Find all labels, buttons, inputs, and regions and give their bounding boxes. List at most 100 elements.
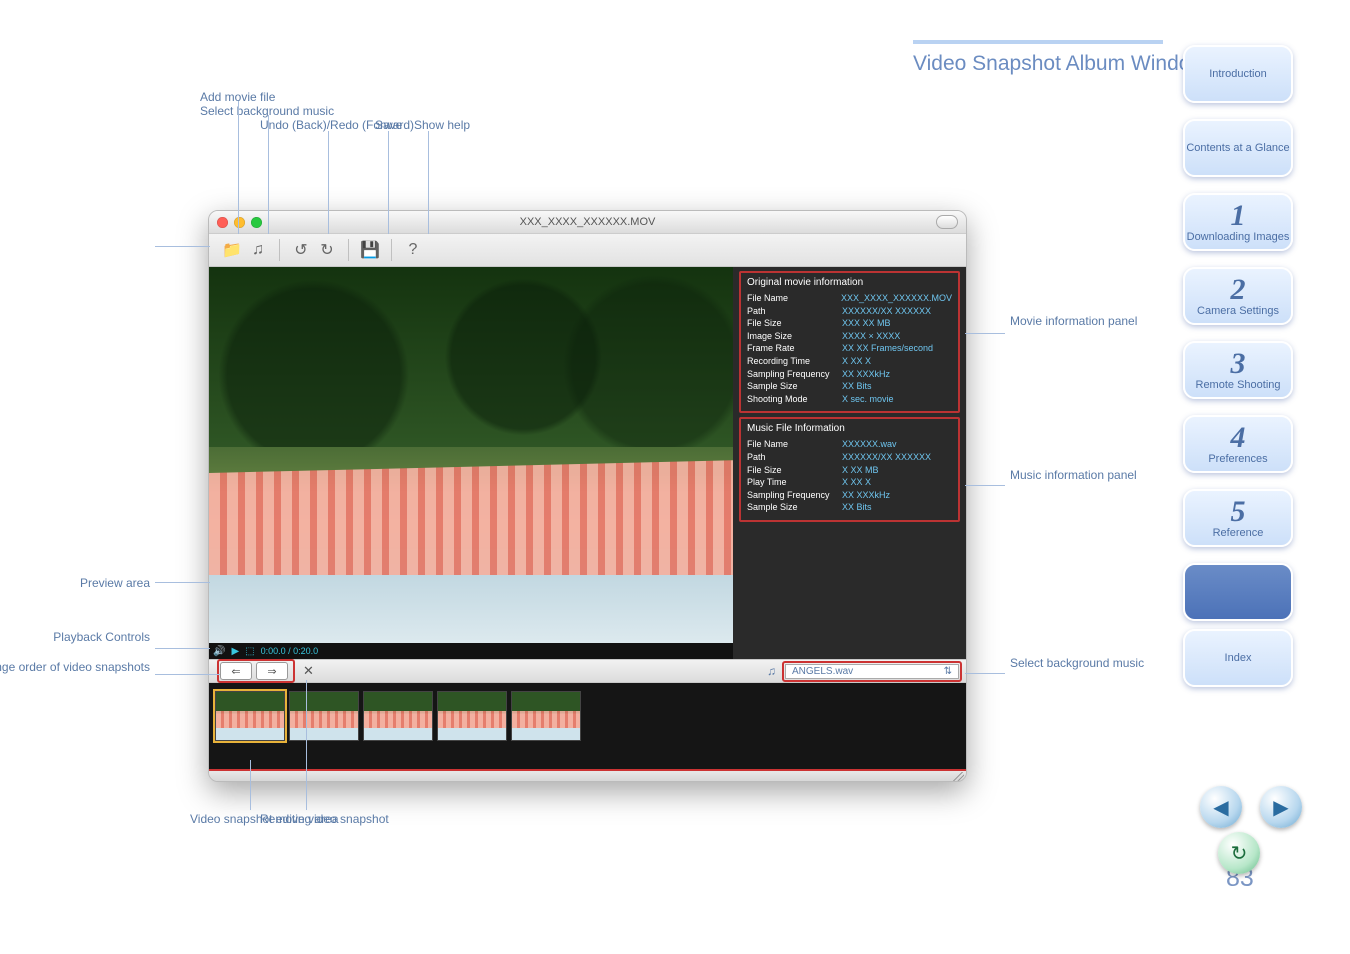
- bgm-selector-outline: ANGELS.wav ⇅: [782, 661, 962, 682]
- leader-movie-panel: [965, 333, 1005, 334]
- clip-2[interactable]: [289, 691, 359, 741]
- nav-2-label: Camera Settings: [1197, 305, 1279, 317]
- callout-preview: Preview area: [0, 576, 150, 590]
- toolbar-sep-2: [348, 239, 349, 261]
- callout-music-panel: Music information panel: [1010, 468, 1160, 482]
- open-movie-button[interactable]: 📁: [219, 237, 245, 263]
- leader-bgm: [965, 673, 1005, 674]
- leader-select-music: [268, 131, 269, 234]
- callout-controls: Playback Controls: [0, 630, 150, 644]
- resize-grip[interactable]: [952, 772, 964, 782]
- leader-help: [428, 131, 429, 234]
- clip-1[interactable]: [215, 691, 285, 741]
- select-music-button[interactable]: ♫: [245, 237, 271, 263]
- nav-3[interactable]: 3Remote Shooting: [1183, 341, 1293, 399]
- leader-music-panel: [965, 485, 1005, 486]
- help-icon: ?: [409, 241, 418, 259]
- bgm-filename: ANGELS.wav: [792, 666, 853, 677]
- fullscreen-button[interactable]: ⬚: [245, 646, 254, 657]
- sequence-bar: ⇐ ⇒ ✕ ♫ ANGELS.wav ⇅: [209, 659, 966, 683]
- redo-button[interactable]: ↻: [314, 237, 340, 263]
- nav-intro-label: Introduction: [1209, 68, 1266, 80]
- bgm-selector[interactable]: ANGELS.wav ⇅: [785, 664, 959, 679]
- leader-undo-redo: [328, 131, 329, 234]
- nav-3-num: 3: [1231, 349, 1246, 379]
- leader-add-movie: [238, 131, 239, 234]
- remove-snapshot-button[interactable]: ✕: [303, 663, 314, 679]
- callout-change-order: Change order of video snapshots: [0, 660, 150, 674]
- movie-info-block: Original movie information File NameXXX_…: [739, 271, 960, 413]
- content-row: 🔊 ▶ ⬚ 0:00.0 / 0:20.0 Original movie inf…: [209, 267, 966, 659]
- toolbar-sep-1: [279, 239, 280, 261]
- callout-editing: Video snapshot editing area: [190, 812, 339, 826]
- callout-movie-panel: Movie information panel: [1010, 314, 1160, 328]
- nav-reference[interactable]: Index: [1183, 563, 1293, 621]
- nav-2-num: 2: [1231, 275, 1246, 305]
- clip-5[interactable]: [511, 691, 581, 741]
- toolbar: 📁 ♫ ↺ ↻ 💾 ?: [209, 234, 966, 267]
- music-note-icon-small: ♫: [767, 664, 776, 678]
- x-icon: ✕: [303, 663, 314, 678]
- clip-3[interactable]: [363, 691, 433, 741]
- redo-icon: ↻: [320, 240, 333, 260]
- nav-index-label: Index: [1225, 652, 1252, 664]
- heading-rule: [913, 40, 1163, 44]
- leader-add-movie-ext: [238, 101, 239, 131]
- toolbar-toggle[interactable]: [936, 215, 958, 229]
- app-window: XXX_XXXX_XXXXXX.MOV 📁 ♫ ↺ ↻ 💾 ? 🔊 ▶ ⬚: [208, 210, 967, 782]
- order-next-button[interactable]: ⇒: [256, 662, 288, 680]
- info-panel: Original movie information File NameXXX_…: [733, 267, 966, 659]
- playback-controls: 🔊 ▶ ⬚ 0:00.0 / 0:20.0: [209, 643, 733, 659]
- statusbar: [209, 771, 966, 782]
- music-note-icon: ♫: [252, 241, 264, 259]
- toolbar-sep-3: [391, 239, 392, 261]
- time-display: 0:00.0 / 0:20.0: [261, 646, 319, 656]
- leader-remove: [306, 680, 307, 810]
- play-button[interactable]: ▶: [231, 646, 239, 657]
- editing-area: [209, 683, 966, 771]
- nav-contents[interactable]: Contents at a Glance: [1183, 119, 1293, 177]
- triangle-right-icon: ▶: [1273, 795, 1288, 820]
- nav-4-num: 4: [1231, 423, 1246, 453]
- nav-intro[interactable]: Introduction: [1183, 45, 1293, 103]
- nav-1-label: Downloading Images: [1187, 231, 1290, 243]
- arrow-left-icon: ⇐: [231, 665, 240, 678]
- save-icon: 💾: [360, 240, 380, 260]
- stepper-icon: ⇅: [944, 666, 952, 677]
- page-title: Video Snapshot Album Window: [913, 52, 1206, 76]
- leader-select-music-ext: [268, 115, 269, 131]
- timeline-filler: [585, 691, 960, 761]
- triangle-left-icon: ◀: [1213, 795, 1228, 820]
- nav-2[interactable]: 2Camera Settings: [1183, 267, 1293, 325]
- nav-4[interactable]: 4Preferences: [1183, 415, 1293, 473]
- titlebar[interactable]: XXX_XXXX_XXXXXX.MOV: [209, 211, 966, 234]
- leader-controls: [155, 648, 210, 649]
- help-button[interactable]: ?: [400, 237, 426, 263]
- nav-5-label: Reference: [1213, 527, 1264, 539]
- folder-icon: 📁: [222, 240, 242, 260]
- callout-select-bgm: Select background music: [1010, 656, 1180, 670]
- callout-undo-redo: Undo (Back)/Redo (Forward): [260, 118, 414, 132]
- save-button[interactable]: 💾: [357, 237, 383, 263]
- clip-4[interactable]: [437, 691, 507, 741]
- nav-5[interactable]: 5Reference: [1183, 489, 1293, 547]
- page-return: ↻: [1218, 832, 1260, 874]
- window-title: XXX_XXXX_XXXXXX.MOV: [209, 216, 966, 228]
- nav-1[interactable]: 1Downloading Images: [1183, 193, 1293, 251]
- leader-add-movie-left: [155, 246, 210, 247]
- undo-button[interactable]: ↺: [288, 237, 314, 263]
- nav-1-num: 1: [1231, 201, 1246, 231]
- page-forward-button[interactable]: ▶: [1260, 786, 1302, 828]
- music-info-block: Music File Information File NameXXXXXX.w…: [739, 417, 960, 522]
- order-prev-button[interactable]: ⇐: [220, 662, 252, 680]
- page-back-button[interactable]: ◀: [1200, 786, 1242, 828]
- preview-area: 🔊 ▶ ⬚ 0:00.0 / 0:20.0: [209, 267, 733, 659]
- leader-editing: [250, 760, 251, 810]
- callout-help: Show help: [414, 118, 470, 132]
- page-return-button[interactable]: ↻: [1218, 832, 1260, 874]
- nav-index[interactable]: Index: [1183, 629, 1293, 687]
- movie-info-heading: Original movie information: [747, 277, 952, 288]
- leader-save: [388, 131, 389, 234]
- nav-3-label: Remote Shooting: [1196, 379, 1281, 391]
- volume-button[interactable]: 🔊: [213, 646, 225, 657]
